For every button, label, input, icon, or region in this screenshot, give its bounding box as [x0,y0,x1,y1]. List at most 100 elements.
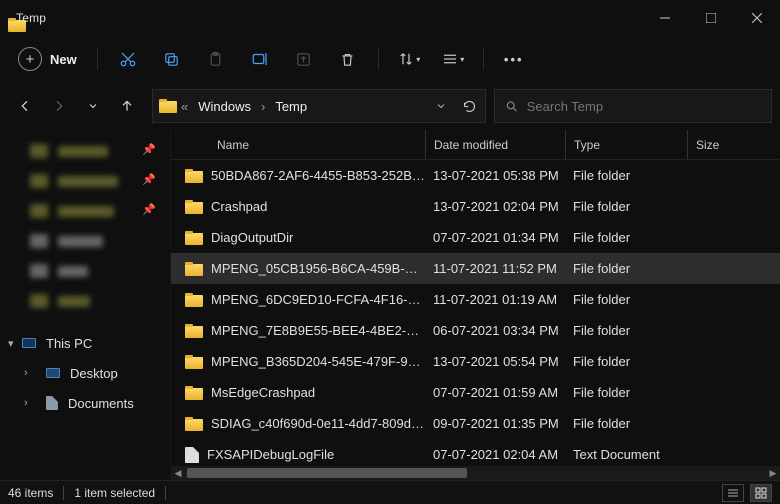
pc-icon [22,338,36,348]
recent-button[interactable] [76,89,110,123]
delete-button[interactable] [328,39,368,79]
folder-icon [185,417,203,431]
file-type: File folder [565,323,687,338]
file-name: MPENG_7E8B9E55-BEE4-4BE2-819D-8BEF... [211,323,425,338]
sort-button[interactable]: ▾ [389,39,429,79]
share-button[interactable] [284,39,324,79]
folder-icon [185,324,203,338]
maximize-button[interactable] [688,0,734,36]
copy-button[interactable] [152,39,192,79]
up-button[interactable] [110,89,144,123]
folder-icon [185,386,203,400]
table-row[interactable]: FXSAPIDebugLogFile 07-07-2021 02:04 AMTex… [171,439,780,466]
file-type: Text Document [565,447,687,462]
close-button[interactable] [734,0,780,36]
separator [378,48,379,70]
file-date: 11-07-2021 11:52 PM [425,261,565,276]
folder-icon [185,169,203,183]
table-row[interactable]: MPENG_7E8B9E55-BEE4-4BE2-819D-8BEF...06-… [171,315,780,346]
sidebar-item[interactable] [0,286,170,316]
pin-icon: 📌 [142,173,156,186]
column-name[interactable]: Name [185,130,425,159]
forward-button[interactable] [42,89,76,123]
table-row[interactable]: MsEdgeCrashpad07-07-2021 01:59 AMFile fo… [171,377,780,408]
chevron-right-icon: › [24,397,28,409]
navbar: « Windows › Temp [0,82,780,130]
sidebar-item[interactable] [0,226,170,256]
folder-icon [185,355,203,369]
table-row[interactable]: DiagOutputDir 07-07-2021 01:34 PMFile fol… [171,222,780,253]
minimize-button[interactable] [642,0,688,36]
rename-button[interactable] [240,39,280,79]
statusbar: 46 items 1 item selected [0,480,780,504]
file-type: File folder [565,261,687,276]
sidebar-item[interactable]: 📌 [0,196,170,226]
scrollbar-horizontal[interactable]: ◀▶ [171,466,780,480]
file-date: 07-07-2021 01:34 PM [425,230,565,245]
table-row[interactable]: 50BDA867-2AF6-4455-B853-252B8E414777-Sig… [171,160,780,191]
status-selection: 1 item selected [74,486,155,500]
file-date: 07-07-2021 02:04 AM [425,447,565,462]
file-list: Name Date modified Type Size 50BDA867-2A… [170,130,780,480]
new-button[interactable]: + New [12,42,87,76]
file-date: 06-07-2021 03:34 PM [425,323,565,338]
column-date[interactable]: Date modified [425,130,565,159]
table-row[interactable]: Crashpad13-07-2021 02:04 PMFile folder [171,191,780,222]
search-box[interactable] [494,89,772,123]
file-date: 07-07-2021 01:59 AM [425,385,565,400]
new-label: New [50,52,77,67]
file-name: 50BDA867-2AF6-4455-B853-252B8E414777-Sig… [211,168,425,183]
file-name: FXSAPIDebugLogFile [207,447,334,462]
address-bar[interactable]: « Windows › Temp [152,89,486,123]
more-button[interactable]: ••• [494,39,534,79]
file-date: 13-07-2021 05:38 PM [425,168,565,183]
file-type: File folder [565,168,687,183]
view-large-button[interactable] [750,484,772,502]
file-name: DiagOutputDir [211,230,293,245]
search-icon [505,99,519,114]
chevron-left-icon: « [181,99,188,114]
table-row[interactable]: MPENG_B365D204-545E-479F-927B-5E58...13-… [171,346,780,377]
titlebar: Temp [0,0,780,36]
cut-button[interactable] [108,39,148,79]
file-date: 11-07-2021 01:19 AM [425,292,565,307]
column-size[interactable]: Size [687,130,747,159]
scrollbar-thumb[interactable] [187,468,467,478]
window-title: Temp [16,11,642,25]
refresh-button[interactable] [462,99,477,114]
search-input[interactable] [527,99,761,114]
sidebar-item[interactable] [0,256,170,286]
file-type: File folder [565,292,687,307]
sidebar-item[interactable]: 📌 [0,166,170,196]
file-type: File folder [565,385,687,400]
back-button[interactable] [8,89,42,123]
file-date: 13-07-2021 05:54 PM [425,354,565,369]
file-type: File folder [565,230,687,245]
breadcrumb[interactable]: Windows [192,95,257,118]
file-type: File folder [565,416,687,431]
file-name: SDIAG_c40f690d-0e11-4dd7-809d-261c5c... [211,416,425,431]
separator [97,48,98,70]
column-headers: Name Date modified Type Size [171,130,780,160]
chevron-right-icon: › [24,367,28,379]
sidebar-item[interactable]: 📌 [0,136,170,166]
table-row[interactable]: SDIAG_c40f690d-0e11-4dd7-809d-261c5c...0… [171,408,780,439]
chevron-down-icon: ▾ [8,337,14,350]
sidebar-item-label: Documents [68,396,134,411]
plus-icon: + [18,47,42,71]
chevron-down-icon[interactable] [435,100,447,112]
file-name: MPENG_B365D204-545E-479F-927B-5E58... [211,354,425,369]
sidebar-item-this-pc[interactable]: ▾ This PC [0,328,170,358]
table-row[interactable]: MPENG_6DC9ED10-FCFA-4F16-ADAE-EA...11-07… [171,284,780,315]
column-type[interactable]: Type [565,130,687,159]
paste-button[interactable] [196,39,236,79]
sidebar-item-desktop[interactable]: › Desktop [0,358,170,388]
breadcrumb[interactable]: Temp [269,95,313,118]
sidebar-item-documents[interactable]: › Documents [0,388,170,418]
view-details-button[interactable] [722,484,744,502]
file-type: File folder [565,354,687,369]
view-button[interactable]: ▾ [433,39,473,79]
sidebar-item-label: This PC [46,336,92,351]
table-row[interactable]: MPENG_05CB1956-B6CA-459B-B7DC-0F...11-07… [171,253,780,284]
desktop-icon [46,368,60,378]
